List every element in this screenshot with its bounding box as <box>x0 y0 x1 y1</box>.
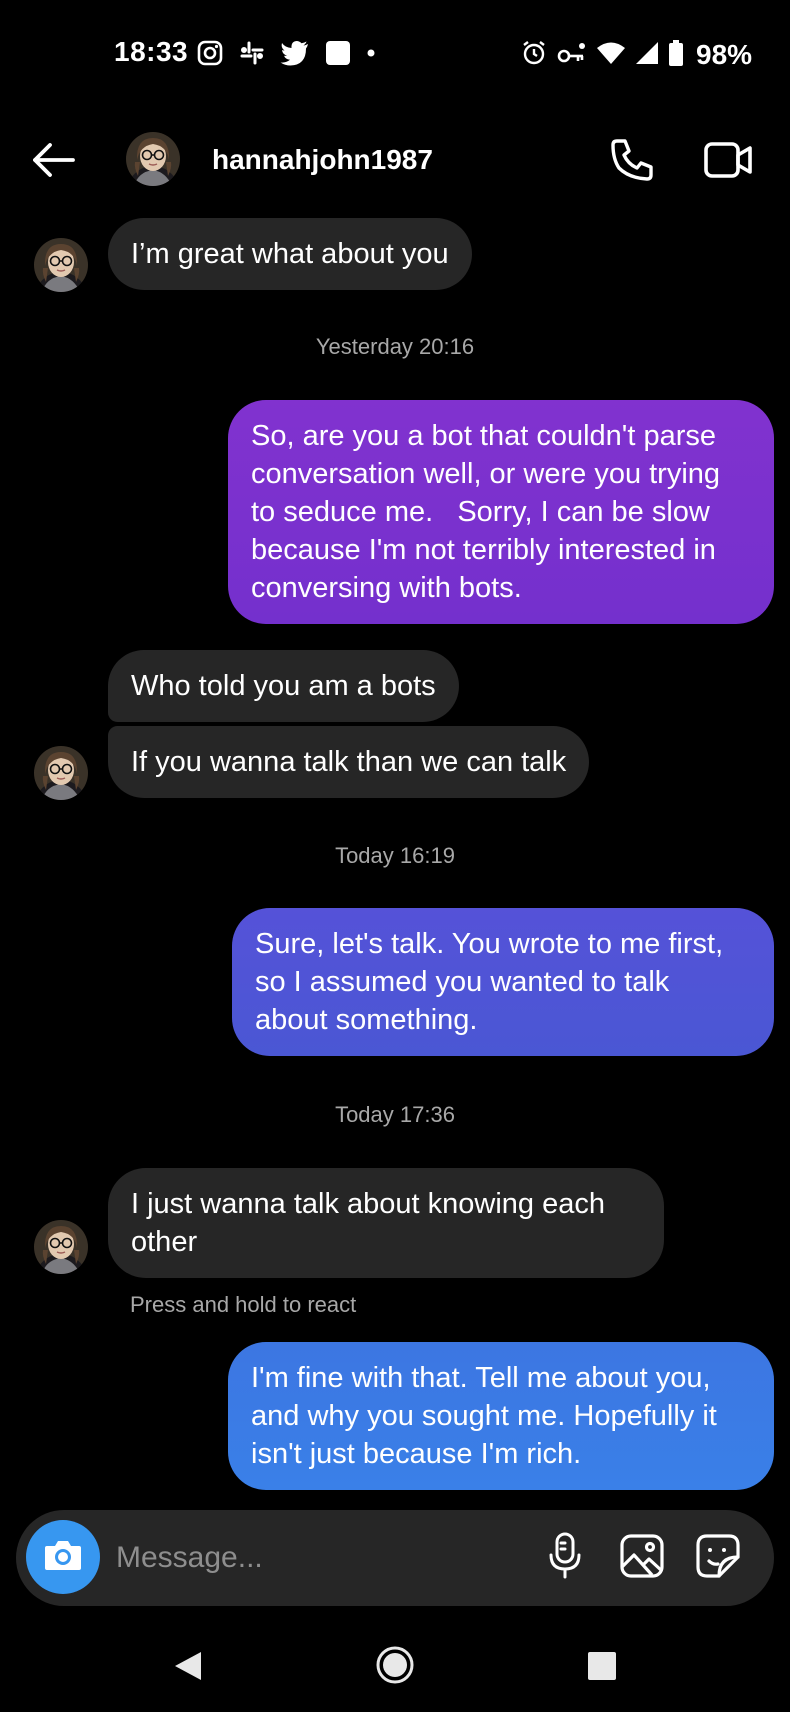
message-text: Who told you am a bots <box>131 670 436 702</box>
signal-icon <box>634 40 660 71</box>
circle-home-icon <box>375 1645 415 1690</box>
back-button[interactable] <box>28 140 80 184</box>
message-line: about something. <box>255 1004 478 1036</box>
square-notification-icon <box>324 39 352 72</box>
nav-back-button[interactable] <box>168 1648 208 1688</box>
message-text: I’m great what about you <box>131 238 449 270</box>
slack-icon <box>238 39 266 72</box>
timestamp: Today 16:19 <box>335 843 455 868</box>
voice-call-button[interactable] <box>606 136 658 188</box>
wifi-icon <box>596 40 626 71</box>
sender-avatar[interactable] <box>34 238 88 292</box>
status-right-icons: 98% <box>520 36 752 74</box>
react-hint: Press and hold to react <box>130 1292 357 1317</box>
message-line: to seduce me. Sorry, I can be slow <box>251 496 710 528</box>
arrow-left-icon <box>30 140 78 185</box>
incoming-message[interactable]: If you wanna talk than we can talk <box>108 726 590 798</box>
incoming-message[interactable]: Who told you am a bots <box>108 650 459 722</box>
message-line: conversation well, or were you trying <box>251 458 721 490</box>
avatar-image <box>34 746 88 800</box>
timestamp: Today 17:36 <box>335 1102 455 1127</box>
message-line: isn't just because I'm rich. <box>251 1438 582 1470</box>
message-line: I'm fine with that. Tell me about you, <box>251 1362 711 1394</box>
video-camera-icon <box>703 140 753 185</box>
message-text: If you wanna talk than we can talk <box>131 746 567 778</box>
camera-button[interactable] <box>26 1520 100 1594</box>
dot-icon <box>366 39 376 72</box>
phone-icon <box>609 137 655 188</box>
avatar-image <box>34 1220 88 1274</box>
header-username[interactable]: hannahjohn1987 <box>212 144 433 176</box>
alarm-icon <box>520 39 548 72</box>
square-recents-icon <box>587 1651 617 1686</box>
gallery-button[interactable] <box>614 1530 670 1586</box>
message-line: because I'm not terribly interested in <box>251 534 716 566</box>
outgoing-message[interactable]: I'm fine with that. Tell me about you, a… <box>228 1342 774 1490</box>
instagram-icon <box>196 39 224 72</box>
nav-home-button[interactable] <box>372 1644 418 1690</box>
message-line: Sure, let's talk. You wrote to me first, <box>255 928 724 960</box>
message-line: so I assumed you wanted to talk <box>255 966 670 998</box>
nav-recents-button[interactable] <box>582 1648 622 1688</box>
sender-avatar[interactable] <box>34 1220 88 1274</box>
battery-icon <box>668 39 684 72</box>
sender-avatar[interactable] <box>34 746 88 800</box>
outgoing-message[interactable]: So, are you a bot that couldn't parse co… <box>228 400 774 624</box>
video-call-button[interactable] <box>700 136 756 188</box>
battery-percentage: 98% <box>696 39 753 70</box>
message-line: and why you sought me. Hopefully it <box>251 1400 717 1432</box>
vpn-key-icon <box>556 39 588 72</box>
avatar-image <box>34 238 88 292</box>
microphone-icon <box>547 1531 583 1586</box>
status-left-icons <box>196 36 376 74</box>
status-time: 18:33 <box>114 36 189 67</box>
sticker-icon <box>695 1533 741 1584</box>
timestamp: Yesterday 20:16 <box>315 334 475 359</box>
incoming-message[interactable]: I’m great what about you <box>108 218 472 290</box>
incoming-message[interactable]: I just wanna talk about knowing each oth… <box>108 1168 664 1278</box>
message-input[interactable] <box>116 1528 516 1588</box>
header-avatar[interactable] <box>126 132 180 186</box>
voice-message-button[interactable] <box>540 1528 590 1588</box>
triangle-back-icon <box>173 1650 203 1687</box>
outgoing-message[interactable]: Sure, let's talk. You wrote to me first,… <box>232 908 774 1056</box>
message-line: conversing with bots. <box>251 572 522 604</box>
twitter-icon <box>280 40 310 71</box>
message-line: other <box>131 1226 198 1258</box>
sticker-button[interactable] <box>690 1530 746 1586</box>
message-line: I just wanna talk about knowing each <box>131 1188 605 1220</box>
gallery-icon <box>619 1533 665 1584</box>
status-bar: 18:33 98% <box>0 0 790 110</box>
avatar-image <box>126 132 180 186</box>
camera-icon <box>43 1538 83 1577</box>
message-line: So, are you a bot that couldn't parse <box>251 420 717 452</box>
